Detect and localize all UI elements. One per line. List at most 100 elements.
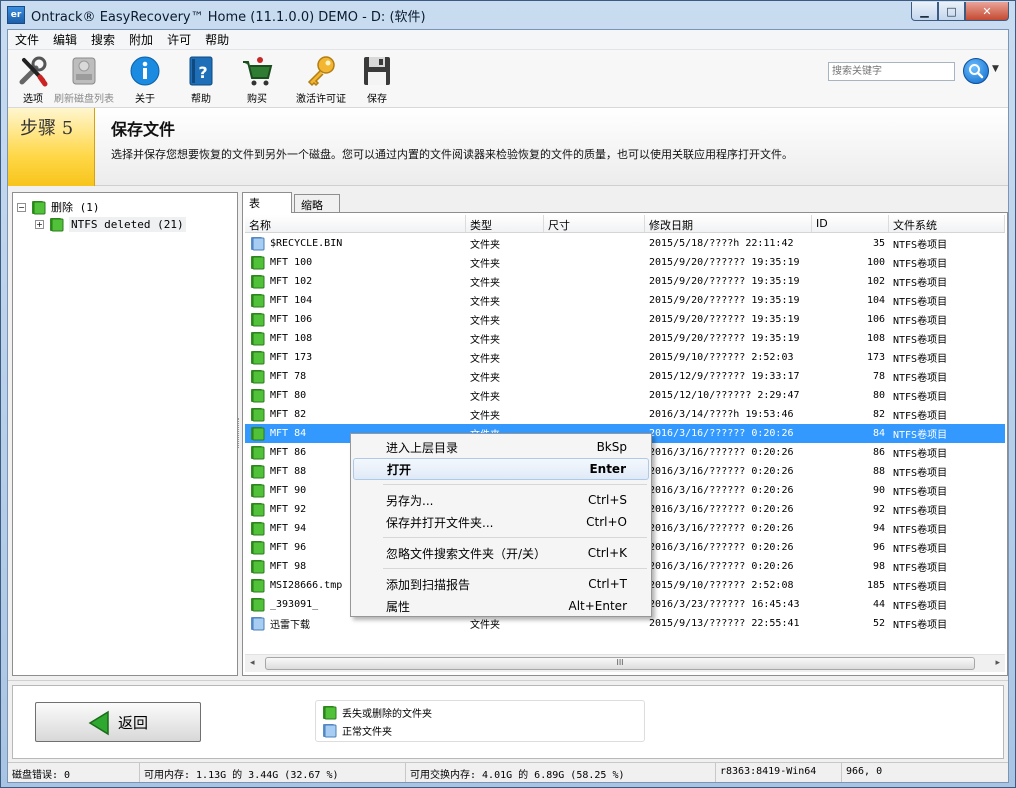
- blue-folder-icon: [323, 724, 337, 738]
- cell-id: 98: [872, 561, 885, 572]
- search-input[interactable]: [828, 62, 955, 81]
- tree-node-ntfs-deleted[interactable]: + NTFS deleted (21): [35, 217, 186, 232]
- back-label: 返回: [118, 713, 149, 732]
- table-row[interactable]: $RECYCLE.BIN 文件夹 2015/5/18/????h 22:11:42 3…: [245, 234, 1005, 253]
- menu-extras[interactable]: 附加: [122, 31, 160, 48]
- scrollbar-thumb[interactable]: III: [265, 657, 975, 670]
- green-folder-icon: [50, 218, 64, 232]
- expand-icon[interactable]: +: [35, 220, 44, 229]
- green-folder-icon: [251, 427, 265, 441]
- close-button[interactable]: ✕: [965, 2, 1009, 21]
- back-button[interactable]: 返回: [35, 702, 201, 742]
- table-row[interactable]: MFT 100 文件夹 2015/9/20/?????? 19:35:19 100 NT…: [245, 253, 1005, 272]
- column-id[interactable]: ID: [812, 215, 889, 232]
- menu-edit[interactable]: 编辑: [46, 31, 84, 48]
- menu-item-shortcut: Ctrl+K: [587, 546, 627, 560]
- cell-id: 173: [866, 352, 885, 363]
- context-menu-item[interactable]: 打开 Enter: [353, 458, 649, 480]
- blue-folder-icon: [251, 237, 265, 251]
- cell-date: 2015/9/20/?????? 19:35:19: [649, 314, 800, 325]
- green-folder-icon: [251, 465, 265, 479]
- folder-tree[interactable]: − 删除 (1) + NTFS deleted (21): [12, 192, 238, 676]
- app-icon: er: [7, 6, 25, 24]
- search-dropdown-icon[interactable]: ▼: [992, 64, 999, 74]
- green-folder-icon: [251, 408, 265, 422]
- cell-id: 84: [872, 428, 885, 439]
- menu-license[interactable]: 许可: [160, 31, 198, 48]
- column-name[interactable]: 名称: [245, 215, 466, 232]
- context-menu-item[interactable]: 保存并打开文件夹... Ctrl+O: [353, 511, 649, 533]
- column-type[interactable]: 类型: [466, 215, 544, 232]
- file-name: MSI28666.tmp: [270, 580, 343, 591]
- search-button[interactable]: [963, 58, 989, 84]
- context-menu-item[interactable]: 属性 Alt+Enter: [353, 595, 649, 617]
- maximize-button[interactable]: □: [938, 2, 965, 21]
- column-modified-date[interactable]: 修改日期: [645, 215, 812, 232]
- column-size[interactable]: 尺寸: [544, 215, 645, 232]
- table-row[interactable]: MFT 78 文件夹 2015/12/9/?????? 19:33:17 78 NTFS…: [245, 367, 1005, 386]
- scroll-left-icon[interactable]: ◂: [250, 658, 255, 668]
- table-row[interactable]: MFT 173 文件夹 2015/9/10/?????? 2:52:03 173 NTF…: [245, 348, 1005, 367]
- menu-item-shortcut: Ctrl+S: [587, 493, 627, 507]
- context-menu-item[interactable]: 进入上层目录 BkSp: [353, 436, 649, 458]
- cell-file-system: NTFS卷项目: [893, 259, 948, 270]
- cell-id: 86: [872, 447, 885, 458]
- cell-file-system: NTFS卷项目: [893, 297, 948, 308]
- menu-search[interactable]: 搜索: [84, 31, 122, 48]
- tree-label-deleted: 删除 (1): [51, 201, 100, 214]
- menu-bar: 文件 编辑 搜索 附加 许可 帮助: [8, 30, 1008, 50]
- cell-file-system: NTFS卷项目: [893, 582, 948, 593]
- menu-item-label: 属性: [386, 599, 411, 614]
- tab-thumbnails[interactable]: 缩略图: [294, 194, 340, 228]
- cell-type: 文件夹: [470, 620, 500, 631]
- tab-table[interactable]: 表: [242, 192, 292, 213]
- wrench-screwdriver-icon: [16, 54, 50, 88]
- cell-id: 102: [866, 276, 885, 287]
- green-folder-icon: [251, 294, 265, 308]
- file-name: MFT 78: [270, 371, 307, 382]
- tree-node-deleted[interactable]: − 删除 (1): [17, 199, 100, 215]
- file-name: $RECYCLE.BIN: [270, 238, 343, 249]
- menu-file[interactable]: 文件: [8, 31, 46, 48]
- table-row[interactable]: MFT 102 文件夹 2015/9/20/?????? 19:35:19 102 NT…: [245, 272, 1005, 291]
- cell-date: 2016/3/16/?????? 0:20:26: [649, 523, 794, 534]
- table-row[interactable]: MFT 104 文件夹 2015/9/20/?????? 19:35:19 104 NT…: [245, 291, 1005, 310]
- list-header: 名称 类型 尺寸 修改日期 ID 文件系统: [245, 215, 1005, 233]
- green-folder-icon: [251, 503, 265, 517]
- pane-splitter[interactable]: [238, 418, 241, 448]
- help-button[interactable]: ? 帮助: [184, 50, 218, 105]
- horizontal-scrollbar[interactable]: ◂ III ▸: [245, 654, 1005, 672]
- menu-item-shortcut: BkSp: [596, 440, 627, 454]
- legend-lost-label: 丢失或删除的文件夹: [342, 709, 432, 720]
- status-coords: 966, 0: [846, 766, 883, 777]
- context-menu-item[interactable]: 忽略文件搜索文件夹（开/关） Ctrl+K: [353, 542, 649, 564]
- title-bar[interactable]: er Ontrack® EasyRecovery™ Home (11.1.0.0…: [1, 1, 1015, 29]
- cell-id: 100: [866, 257, 885, 268]
- cell-type: 文件夹: [470, 259, 500, 270]
- table-row[interactable]: MFT 106 文件夹 2015/9/20/?????? 19:35:19 106 NT…: [245, 310, 1005, 329]
- step-description: 选择并保存您想要恢复的文件到另外一个磁盘。您可以通过内置的文件阅读器来检验恢复的…: [111, 148, 793, 161]
- table-row[interactable]: MFT 82 文件夹 2016/3/14/????h 19:53:46 82 NTFS卷…: [245, 405, 1005, 424]
- about-button[interactable]: 关于: [128, 50, 162, 105]
- legend-lost-folders: 丢失或删除的文件夹: [321, 705, 432, 720]
- menu-separator: [383, 484, 647, 485]
- toolbar: 选项 刷新磁盘列表 关于 ? 帮助 购买 激活许可证 保存 搜索关键字 ▼: [8, 50, 1008, 108]
- buy-button[interactable]: 购买: [240, 50, 274, 105]
- cell-file-system: NTFS卷项目: [893, 316, 948, 327]
- column-file-system[interactable]: 文件系统: [889, 215, 1005, 232]
- options-button[interactable]: 选项: [16, 50, 50, 105]
- context-menu: 进入上层目录 BkSp 打开 Enter 另存为... Ctrl+S 保存并打开文件夹...…: [350, 433, 652, 617]
- table-row[interactable]: MFT 108 文件夹 2015/9/20/?????? 19:35:19 108 NT…: [245, 329, 1005, 348]
- collapse-icon[interactable]: −: [17, 202, 26, 212]
- file-name: MFT 102: [270, 276, 313, 287]
- help-book-icon: ?: [184, 54, 218, 88]
- save-button[interactable]: 保存: [360, 50, 394, 105]
- menu-help[interactable]: 帮助: [198, 31, 236, 48]
- minimize-button[interactable]: ▁: [911, 2, 938, 21]
- refresh-disk-list-button[interactable]: 刷新磁盘列表: [54, 50, 114, 105]
- table-row[interactable]: MFT 80 文件夹 2015/12/10/?????? 2:29:47 80 NTFS…: [245, 386, 1005, 405]
- scroll-right-icon[interactable]: ▸: [995, 658, 1000, 668]
- activate-license-button[interactable]: 激活许可证: [296, 50, 346, 105]
- context-menu-item[interactable]: 另存为... Ctrl+S: [353, 489, 649, 511]
- context-menu-item[interactable]: 添加到扫描报告 Ctrl+T: [353, 573, 649, 595]
